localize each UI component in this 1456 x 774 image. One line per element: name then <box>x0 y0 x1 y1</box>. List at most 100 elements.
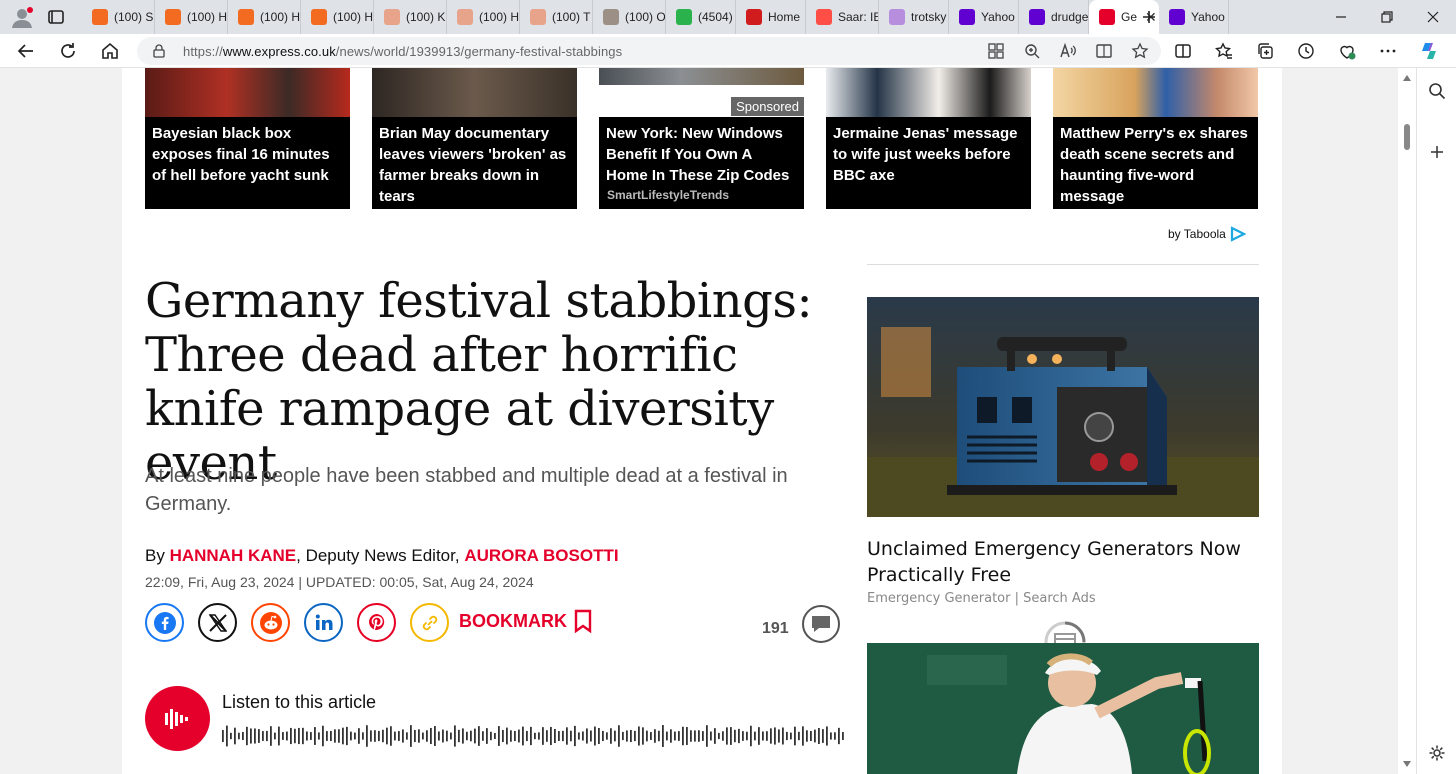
waveform-bar <box>378 730 380 742</box>
browser-tab[interactable]: Saar: IE <box>806 0 879 34</box>
waveform-bar <box>806 730 808 742</box>
browser-tab[interactable]: (100) H <box>228 0 301 34</box>
waveform-bar <box>326 731 328 741</box>
express-icon <box>1099 9 1115 25</box>
listen-label: Listen to this article <box>222 692 377 712</box>
minimize-icon[interactable] <box>1318 0 1364 34</box>
home-icon[interactable] <box>99 40 121 62</box>
share-linkedin-button[interactable] <box>304 603 343 642</box>
waveform-bar <box>658 730 660 742</box>
recommendation-card[interactable]: Matthew Perry's ex shares death scene se… <box>1053 68 1258 209</box>
browser-tab[interactable]: (100) H <box>447 0 520 34</box>
waveform-bar <box>826 726 828 746</box>
author-link-hannah-kane[interactable]: HANNAH KANE <box>170 546 297 565</box>
share-x-button[interactable] <box>198 603 237 642</box>
favorite-star-icon[interactable] <box>1131 42 1149 60</box>
recommendation-card[interactable]: Brian May documentary leaves viewers 'br… <box>372 68 577 209</box>
more-menu-icon[interactable] <box>1377 40 1399 62</box>
waveform-bar <box>450 732 452 740</box>
waveform-bar <box>474 728 476 744</box>
comment-count: 191 <box>762 620 789 637</box>
scroll-down-icon[interactable] <box>1402 760 1412 768</box>
waveform-bar <box>330 730 332 742</box>
scrollbar-thumb[interactable] <box>1404 124 1410 150</box>
history-icon[interactable] <box>1295 40 1317 62</box>
url-text[interactable]: https://www.express.co.uk/news/world/193… <box>183 44 622 59</box>
author-link-aurora-bosotti[interactable]: AURORA BOSOTTI <box>464 546 618 565</box>
taboola-recommendations: Bayesian black box exposes final 16 minu… <box>145 68 1259 210</box>
sidebar-ad-title[interactable]: Unclaimed Emergency Generators Now Pract… <box>867 536 1259 588</box>
card-title: Matthew Perry's ex shares death scene se… <box>1053 117 1258 209</box>
split-screen-icon[interactable] <box>1172 40 1194 62</box>
browser-tab[interactable]: (100) H <box>155 0 228 34</box>
waveform-bar <box>526 730 528 742</box>
waveform-bar <box>302 727 304 745</box>
share-pinterest-button[interactable] <box>357 603 396 642</box>
search-icon[interactable] <box>1428 82 1446 100</box>
waveform-bar <box>258 729 260 743</box>
comments-button[interactable]: 191 <box>762 604 841 644</box>
waveform-bar <box>802 726 804 746</box>
copy-link-button[interactable] <box>410 603 449 642</box>
favorites-icon[interactable] <box>1213 40 1235 62</box>
waveform-bar <box>282 732 284 740</box>
waveform-bar <box>386 727 388 745</box>
back-icon[interactable] <box>15 40 37 62</box>
refresh-icon[interactable] <box>57 40 79 62</box>
waveform-bar <box>818 727 820 745</box>
waveform-bar <box>398 731 400 741</box>
recommendation-card-sponsored[interactable]: Sponsored New York: New Windows Benefit … <box>599 68 804 209</box>
scroll-up-icon[interactable] <box>1402 74 1412 82</box>
audio-waveform[interactable] <box>222 722 845 750</box>
browser-tab[interactable]: (4504) <box>666 0 736 34</box>
recommendation-card[interactable]: Bayesian black box exposes final 16 minu… <box>145 68 350 209</box>
waveform-bar <box>506 727 508 745</box>
browser-toolbar: https://www.express.co.uk/news/world/193… <box>0 34 1456 68</box>
browser-tab[interactable]: (100) H <box>301 0 374 34</box>
lock-icon[interactable] <box>152 44 166 63</box>
address-bar[interactable]: https://www.express.co.uk/news/world/193… <box>137 37 1161 65</box>
share-facebook-button[interactable] <box>145 603 184 642</box>
page-scrollbar[interactable] <box>1398 68 1416 774</box>
waveform-bar <box>630 729 632 743</box>
settings-gear-icon[interactable] <box>1428 744 1446 762</box>
tab-actions-icon[interactable] <box>46 7 66 27</box>
waveform-bar <box>442 729 444 743</box>
browser-tab[interactable]: Home <box>736 0 806 34</box>
browser-tab[interactable]: Yahoo <box>949 0 1019 34</box>
browser-tab[interactable]: (100) S <box>82 0 155 34</box>
bookmark-button[interactable]: BOOKMARK <box>459 609 593 633</box>
immersive-reader-icon[interactable] <box>1095 42 1113 60</box>
sidebar-ad-source[interactable]: Emergency Generator | Search Ads <box>867 591 1096 606</box>
browser-tab[interactable]: (100) O <box>593 0 666 34</box>
taboola-attribution[interactable]: by Taboola <box>1168 226 1246 242</box>
profile-avatar-icon[interactable] <box>10 6 34 28</box>
waveform-bar <box>654 729 656 743</box>
waveform-bar <box>626 730 628 742</box>
waveform-bar <box>694 730 696 742</box>
add-sidebar-icon[interactable] <box>1429 144 1445 160</box>
browser-tab[interactable]: (100) T <box>520 0 593 34</box>
waveform-bar <box>730 727 732 745</box>
browser-tab[interactable]: drudge <box>1019 0 1089 34</box>
new-tab-button[interactable] <box>1126 0 1172 34</box>
browser-tab[interactable]: (100) K <box>374 0 447 34</box>
play-audio-button[interactable] <box>145 686 210 751</box>
restore-icon[interactable] <box>1364 0 1410 34</box>
share-bar <box>145 603 449 642</box>
zoom-icon[interactable] <box>1023 42 1041 60</box>
read-aloud-icon[interactable] <box>1059 42 1077 60</box>
waveform-bar <box>562 730 564 742</box>
collections-icon[interactable] <box>1254 40 1276 62</box>
browser-essentials-icon[interactable] <box>1336 40 1358 62</box>
recommendation-card[interactable]: Jermaine Jenas' message to wife just wee… <box>826 68 1031 209</box>
waveform-bar <box>546 730 548 742</box>
copilot-icon[interactable] <box>1418 40 1440 62</box>
close-window-icon[interactable] <box>1410 0 1456 34</box>
ad-image-tennis[interactable] <box>867 643 1259 774</box>
apps-icon[interactable] <box>987 42 1005 60</box>
ad-image-generator[interactable] <box>867 297 1259 517</box>
browser-tab[interactable]: trotsky <box>879 0 949 34</box>
waveform-bar <box>234 727 236 745</box>
share-reddit-button[interactable] <box>251 603 290 642</box>
